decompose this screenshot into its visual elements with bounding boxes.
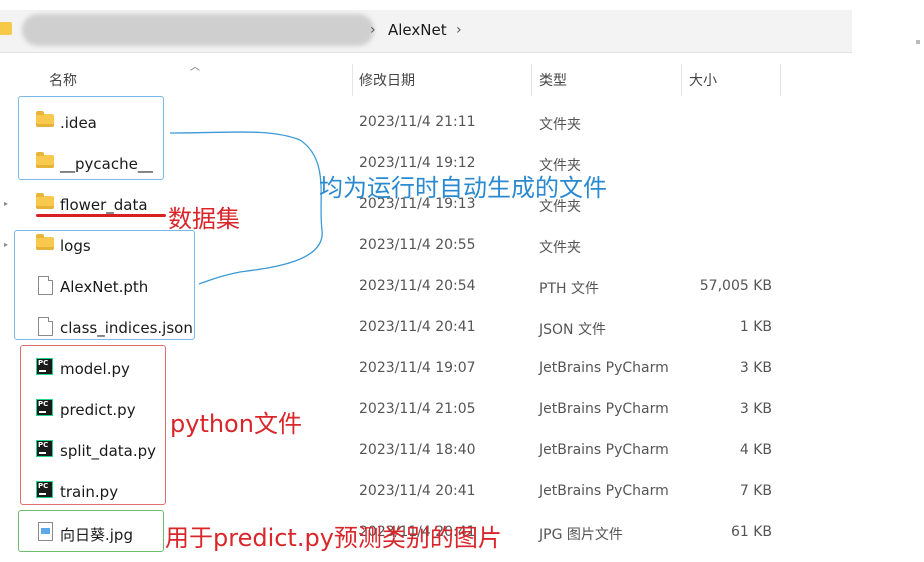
- annotation-dataset: 数据集: [168, 205, 240, 233]
- annotation-predict-image: 用于predict.py预测类别的图片: [165, 524, 502, 552]
- annotation-auto-generated: 均为运行时自动生成的文件: [319, 174, 607, 202]
- annotation-connector-line: [169, 131, 323, 285]
- annotation-python-files: python文件: [170, 410, 302, 438]
